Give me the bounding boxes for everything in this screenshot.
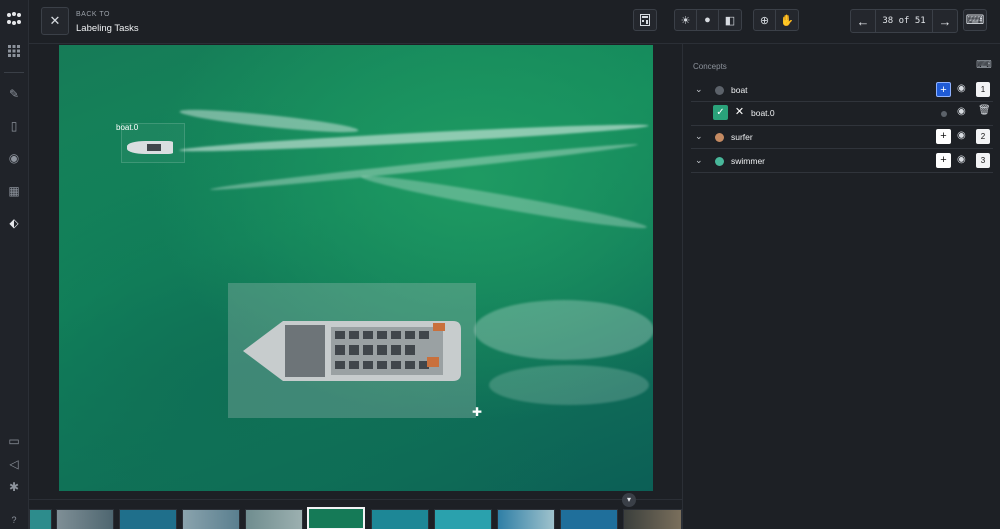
pan-hand-icon[interactable]: ✋ — [776, 10, 798, 30]
filmstrip-thumbnail-selected[interactable] — [307, 507, 365, 529]
tag-icon[interactable]: ⬖ — [6, 215, 22, 231]
trash-icon[interactable]: 🗑 — [978, 105, 991, 116]
crosshair-cursor-icon: ✚ — [472, 405, 483, 419]
apps-grid-icon[interactable] — [6, 45, 22, 61]
concept-name: surfer — [731, 132, 753, 142]
dashboard-icon[interactable]: ▦ — [6, 183, 22, 199]
rail-divider — [4, 72, 24, 73]
ship-wake — [474, 300, 653, 360]
view-tools-group: ⊕ ✋ — [753, 9, 799, 31]
filmstrip-thumbnail[interactable] — [182, 509, 240, 529]
ship-wake — [489, 365, 649, 405]
concept-row-boat[interactable]: ⌄ boat + ◉ 1 — [691, 79, 993, 102]
calculator-icon — [634, 10, 656, 30]
image-pager: ← 38 of 51 → — [850, 9, 958, 33]
instance-color-dot — [941, 111, 947, 117]
shortcut-badge: 3 — [976, 153, 990, 168]
contrast-icon[interactable]: ◧ — [719, 10, 741, 30]
previous-image-button[interactable]: ← — [851, 10, 875, 32]
keyboard-icon: ⌨ — [965, 12, 985, 27]
labeling-app: ✎ ▯ ◉ ▦ ⬖ ▭ ◁ ✱ ? ✕ BACK TO Labeling Tas… — [0, 0, 1000, 529]
image-filmstrip — [29, 499, 682, 529]
filmstrip-thumbnail[interactable] — [623, 509, 682, 529]
visibility-eye-icon[interactable]: ◉ — [957, 130, 966, 141]
add-annotation-button[interactable]: + — [936, 129, 951, 144]
concept-color-dot — [715, 86, 724, 95]
close-button[interactable]: ✕ — [41, 7, 69, 35]
visibility-eye-icon[interactable]: ◉ — [957, 106, 966, 117]
chat-icon[interactable]: ▭ — [6, 433, 22, 449]
concept-name: boat — [731, 85, 748, 95]
top-toolbar: ✕ BACK TO Labeling Tasks ☀ ● ◧ ⊕ ✋ ← 38 … — [29, 0, 1000, 44]
filmstrip-thumbnail[interactable] — [560, 509, 618, 529]
filmstrip-thumbnail[interactable] — [371, 509, 429, 529]
chevron-down-icon[interactable]: ⌄ — [695, 155, 703, 166]
filmstrip-thumbnail[interactable] — [29, 509, 52, 529]
app-logo-icon[interactable] — [5, 10, 23, 28]
instance-name: boat.0 — [751, 108, 775, 118]
eye-icon[interactable]: ◉ — [6, 150, 22, 166]
help-icon[interactable]: ? — [6, 512, 22, 528]
reject-x-button[interactable]: ✕ — [732, 105, 747, 120]
close-icon: ✕ — [49, 13, 61, 28]
chevron-down-icon[interactable]: ⌄ — [695, 84, 703, 95]
document-search-icon[interactable]: ▯ — [6, 118, 22, 134]
instance-row-boat-0[interactable]: ✓ ✕ boat.0 ◉ 🗑 — [691, 102, 993, 126]
filmstrip-thumbnail[interactable] — [245, 509, 303, 529]
bug-icon[interactable]: ✱ — [6, 479, 22, 495]
zoom-in-icon[interactable]: ⊕ — [754, 10, 776, 30]
next-image-button[interactable]: → — [933, 10, 957, 32]
shortcut-badge: 1 — [976, 82, 990, 97]
megaphone-icon[interactable]: ◁ — [6, 456, 22, 472]
concept-color-dot — [715, 157, 724, 166]
back-link-labeling-tasks[interactable]: Labeling Tasks — [76, 23, 139, 34]
keyboard-shortcuts-button[interactable]: ⌨ — [963, 9, 987, 31]
concept-row-swimmer[interactable]: ⌄ swimmer + ◉ 3 — [691, 150, 993, 173]
bbox-label: boat.0 — [116, 123, 139, 132]
large-ship — [243, 321, 461, 381]
chevron-down-icon[interactable]: ⌄ — [695, 131, 703, 142]
arrow-right-icon: → — [938, 13, 952, 29]
chevron-down-icon: ▾ — [626, 495, 631, 504]
filmstrip-thumbnail[interactable] — [497, 509, 555, 529]
concept-row-surfer[interactable]: ⌄ surfer + ◉ 2 — [691, 126, 993, 149]
back-to-label: BACK TO — [76, 11, 110, 18]
concepts-heading: Concepts — [693, 62, 727, 71]
concepts-panel: Concepts ⌨ ⌄ boat + ◉ 1 ✓ ✕ boat.0 ◉ 🗑 ⌄… — [682, 44, 1000, 529]
edit-icon[interactable]: ✎ — [6, 86, 22, 102]
add-annotation-button[interactable]: + — [936, 153, 951, 168]
filmstrip-thumbnail[interactable] — [56, 509, 114, 529]
add-annotation-button[interactable]: + — [936, 82, 951, 97]
brightness-icon[interactable]: ☀ — [675, 10, 697, 30]
visibility-eye-icon[interactable]: ◉ — [957, 83, 966, 94]
labeling-canvas[interactable]: boat.0 ✚ — [29, 44, 682, 499]
left-nav-rail: ✎ ▯ ◉ ▦ ⬖ ▭ ◁ ✱ ? — [0, 0, 29, 529]
visibility-eye-icon[interactable]: ◉ — [957, 154, 966, 165]
filmstrip-thumbnail[interactable] — [434, 509, 492, 529]
shortcut-badge: 2 — [976, 129, 990, 144]
image-adjust-group: ☀ ● ◧ — [674, 9, 742, 31]
concept-name: swimmer — [731, 156, 765, 166]
filmstrip-thumbnail[interactable] — [119, 509, 177, 529]
saturation-icon[interactable]: ● — [697, 10, 719, 30]
collapse-filmstrip-button[interactable]: ▾ — [622, 493, 636, 507]
keyboard-icon[interactable]: ⌨ — [976, 58, 992, 71]
aerial-sea-image[interactable]: boat.0 ✚ — [59, 45, 653, 491]
confirm-check-button[interactable]: ✓ — [713, 105, 728, 120]
image-counter: 38 of 51 — [875, 10, 933, 32]
concept-color-dot — [715, 133, 724, 142]
boat-wake — [178, 105, 360, 137]
calculator-button[interactable] — [633, 9, 657, 31]
arrow-left-icon: ← — [856, 13, 870, 29]
boat-wake — [359, 169, 649, 235]
